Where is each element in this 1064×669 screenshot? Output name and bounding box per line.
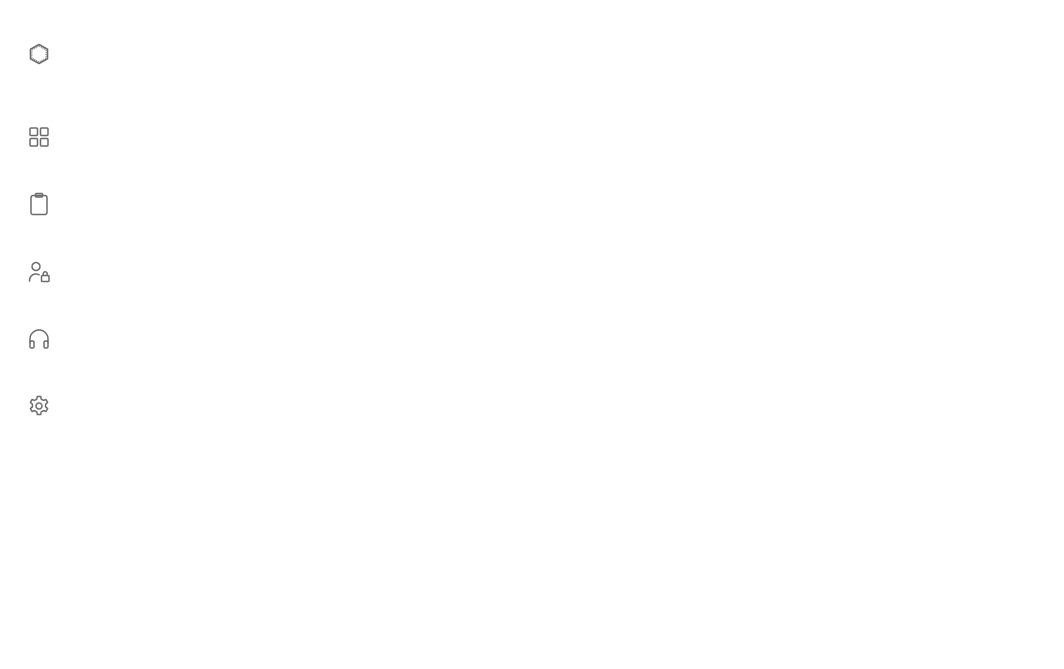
sidebar-item-settings[interactable] xyxy=(27,394,51,418)
main-content xyxy=(78,0,1064,669)
hexagon-logo-icon[interactable] xyxy=(27,42,51,66)
sidebar-item-support[interactable] xyxy=(27,327,51,351)
sidebar-item-clipboard[interactable] xyxy=(27,192,51,216)
sidebar xyxy=(0,0,78,669)
grid-icon xyxy=(28,126,50,148)
clipboard-icon xyxy=(28,192,50,216)
user-lock-icon xyxy=(27,260,51,284)
gear-icon xyxy=(27,394,51,418)
app-window xyxy=(0,0,1064,669)
headphones-icon xyxy=(27,327,51,351)
sidebar-item-dashboard[interactable] xyxy=(27,125,51,149)
sidebar-item-user-lock[interactable] xyxy=(27,260,51,284)
